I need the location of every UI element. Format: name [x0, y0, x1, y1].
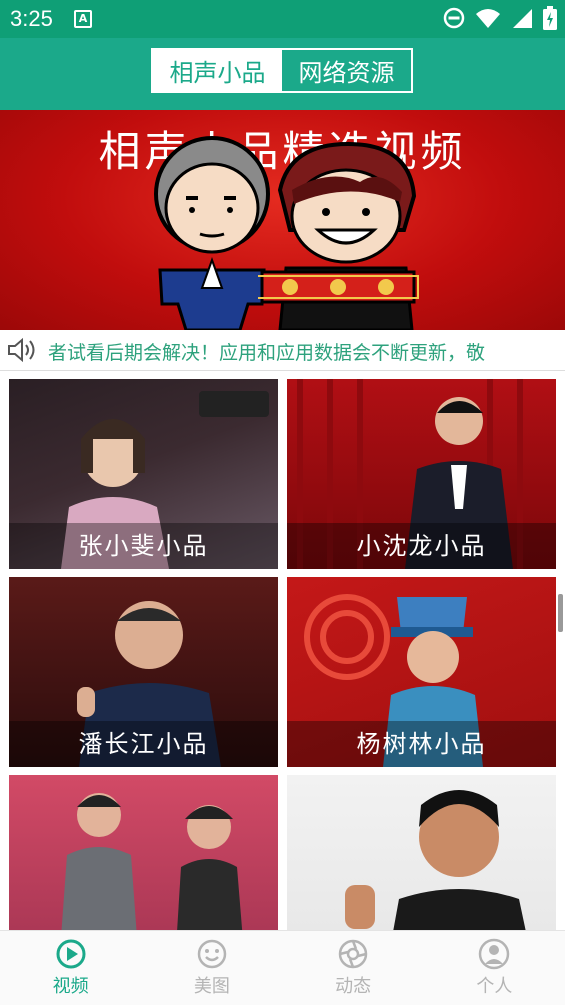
banner-carousel[interactable]: 相声小品精选视频	[0, 110, 565, 330]
scrollbar[interactable]	[558, 594, 563, 632]
wifi-icon	[476, 9, 500, 28]
do-not-disturb-icon	[443, 7, 465, 29]
tab-switcher: 相声小品 网络资源	[151, 48, 413, 93]
battery-icon	[543, 6, 557, 30]
video-title: 杨树林小品	[287, 721, 556, 767]
video-title	[287, 919, 556, 930]
nav-profile-label: 个人	[476, 976, 513, 997]
notice-marquee: 者试看后期会解决！应用和应用数据会不断更新，敬	[0, 330, 565, 371]
cartoon-illustration	[154, 136, 419, 330]
video-thumbnail	[61, 793, 243, 930]
video-title: 潘长江小品	[9, 721, 278, 767]
marquee-text: 者试看后期会解决！应用和应用数据会不断更新，敬	[48, 342, 486, 364]
video-title	[9, 919, 278, 930]
nav-pictures[interactable]: 美图	[141, 931, 282, 1005]
notification-a-icon: A	[74, 10, 92, 28]
app-bar: 相声小品 网络资源	[0, 38, 565, 110]
smiley-icon	[197, 939, 227, 969]
aperture-icon	[338, 939, 368, 969]
signal-icon	[513, 9, 532, 28]
video-tile[interactable]: 小沈龙小品	[287, 379, 556, 569]
nav-pictures-label: 美图	[193, 976, 230, 997]
video-tile[interactable]: 潘长江小品	[9, 577, 278, 767]
nav-video[interactable]: 视频	[0, 931, 141, 1005]
tab-crosstalk[interactable]: 相声小品	[153, 50, 282, 91]
nav-profile[interactable]: 个人	[424, 931, 565, 1005]
nav-feed[interactable]: 动态	[283, 931, 424, 1005]
video-title: 小沈龙小品	[287, 523, 556, 569]
nav-feed-label: 动态	[335, 976, 372, 997]
video-grid: 张小斐小品 小沈龙小品 潘长江小品 杨树林小品	[0, 370, 565, 930]
status-bar: 3:25 A	[0, 0, 565, 38]
nav-video-label: 视频	[52, 976, 89, 997]
video-tile[interactable]	[287, 775, 556, 930]
person-icon	[479, 938, 510, 970]
video-tile[interactable]: 杨树林小品	[287, 577, 556, 767]
bottom-navigation: 视频 美图 动态 个人	[0, 930, 565, 1005]
video-title: 张小斐小品	[9, 523, 278, 569]
video-tile[interactable]	[9, 775, 278, 930]
status-time: 3:25	[10, 6, 53, 31]
speaker-icon	[8, 337, 35, 363]
tab-network-resources[interactable]: 网络资源	[282, 50, 411, 91]
video-tile[interactable]: 张小斐小品	[9, 379, 278, 569]
play-icon	[56, 939, 86, 969]
video-thumbnail	[345, 790, 526, 930]
